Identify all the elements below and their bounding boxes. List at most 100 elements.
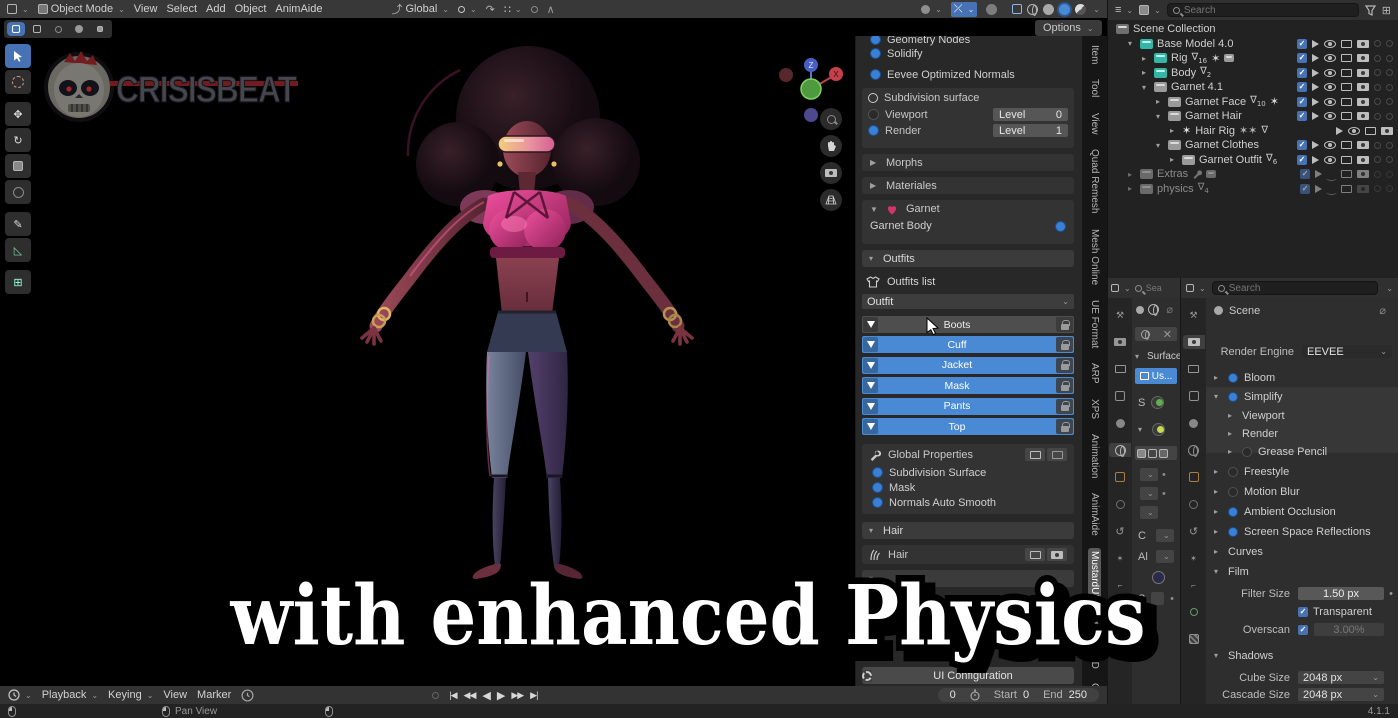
outliner-row-garnet-clothes[interactable]: ▾Garnet Clothes ✓	[1108, 138, 1398, 152]
shading-preview-icon[interactable]	[1059, 4, 1070, 15]
prev-keyframe-button[interactable]: ◀◀	[464, 690, 476, 701]
menu-add[interactable]: Add	[206, 3, 226, 15]
tab-mustardui[interactable]: MustardUI	[1088, 548, 1101, 600]
jump-to-end-button[interactable]: ▶|	[530, 690, 537, 701]
shading-solid-icon[interactable]	[1027, 4, 1038, 15]
lock-icon[interactable]	[1056, 358, 1073, 373]
global-properties-header[interactable]: Global Properties	[862, 444, 1074, 465]
morphs-panel[interactable]: ▶Morphs	[862, 154, 1074, 171]
play-button[interactable]: ▶	[497, 689, 504, 702]
tab-physics-icon[interactable]: ↺	[1185, 524, 1203, 538]
menu-animaide[interactable]: AnimAide	[275, 3, 322, 15]
outliner-row-base-model[interactable]: ▾Base Model 4.0 ✓	[1108, 37, 1398, 51]
sync-clock-icon[interactable]	[241, 689, 254, 702]
jump-to-start-button[interactable]: |◀	[449, 690, 456, 701]
tab-xps[interactable]: XPS	[1088, 396, 1101, 422]
outliner-display-mode-button[interactable]: ⌄	[1139, 5, 1161, 15]
color-swatch-row[interactable]	[1132, 563, 1180, 584]
play-reverse-button[interactable]: ◀	[482, 689, 489, 702]
outliner-row-rig[interactable]: ▸Rig ∇16 ✶ ✓	[1108, 51, 1398, 65]
render-visibility-icon[interactable]	[1047, 548, 1067, 561]
tab-object-icon[interactable]	[1111, 470, 1129, 484]
outfit-button-boots[interactable]: Boots	[862, 316, 1074, 333]
c-row[interactable]: C⌄	[1132, 519, 1180, 542]
tab-output-icon[interactable]	[1111, 362, 1129, 376]
tab-ue-format[interactable]: UE Format	[1088, 297, 1101, 351]
render-engine-dropdown[interactable]: EEVEE⌄	[1302, 345, 1392, 358]
lock-icon[interactable]	[1056, 378, 1073, 393]
tab-texture-icon[interactable]	[1185, 632, 1203, 646]
timeline-menu-playback[interactable]: Playback⌄	[42, 689, 98, 701]
materials-panel[interactable]: ▶Materiales	[862, 177, 1074, 194]
menu-object[interactable]: Object	[235, 3, 267, 15]
tab-view[interactable]: View	[1088, 110, 1101, 138]
viewport-level-field[interactable]: Level0	[993, 108, 1068, 121]
tool-measure[interactable]: ◺	[5, 238, 31, 262]
image-buttons-row[interactable]	[1135, 446, 1177, 460]
solidify-toggle[interactable]: Solidify	[860, 46, 922, 61]
param-row[interactable]: ⌄•	[1132, 481, 1180, 500]
lock-icon[interactable]	[1056, 317, 1073, 332]
tab-item[interactable]: Item	[1088, 42, 1101, 67]
mode-dropdown[interactable]: Object Mode⌄	[38, 3, 125, 15]
pin-icon[interactable]: ⌀	[1166, 303, 1176, 316]
cube-size-dropdown[interactable]: 2048 px⌄	[1298, 671, 1384, 684]
lock-icon[interactable]	[1056, 337, 1073, 352]
tool-transform[interactable]	[5, 180, 31, 204]
tab-physics-icon[interactable]: ↺	[1111, 524, 1129, 538]
panel-motion-blur[interactable]: ▸Motion Blur	[1214, 484, 1300, 499]
s2-row[interactable]: S•	[1132, 584, 1180, 605]
properties-search[interactable]	[1212, 281, 1379, 295]
hair-section-header[interactable]: ▾Hair	[862, 522, 1074, 539]
param-row[interactable]: ⌄•	[1132, 460, 1180, 481]
outfit-button-pants[interactable]: Pants	[862, 398, 1074, 415]
pivot-point-dropdown[interactable]: ⌄	[458, 5, 477, 14]
panel-simplify-viewport[interactable]: ▸Viewport	[1228, 408, 1285, 423]
tool-select-box[interactable]	[5, 44, 31, 68]
tab-tool-icon[interactable]: ⚒	[1185, 308, 1203, 322]
panel-curves[interactable]: ▸Curves	[1214, 544, 1263, 559]
search-icon[interactable]	[1135, 285, 1142, 292]
select-mode-box-icon[interactable]	[28, 22, 46, 36]
gizmos-dropdown[interactable]: ⌄	[921, 5, 942, 14]
tab-tool-icon[interactable]: ⚒	[1111, 308, 1129, 322]
hair-row[interactable]: Hair	[862, 545, 1074, 564]
subdivision-header[interactable]: Subdivision surface	[862, 88, 1074, 108]
outliner-row-hair-rig[interactable]: ▸✶Hair Rig ✶✶ ∇	[1108, 124, 1398, 138]
tab-render-icon[interactable]	[1183, 335, 1205, 349]
render-level-field[interactable]: Level1	[993, 124, 1068, 137]
timeline-menu-keying[interactable]: Keying⌄	[108, 689, 153, 701]
al-row[interactable]: Al⌄	[1132, 542, 1180, 563]
snap-dropdown[interactable]: ∷⌄	[504, 3, 522, 16]
select-mode-circle-icon[interactable]	[49, 22, 67, 36]
tab-constraints-icon[interactable]	[1185, 497, 1203, 511]
panel-simplify[interactable]: ▾Simplify	[1214, 389, 1283, 404]
outliner-row-garnet41[interactable]: ▾Garnet 4.1 ✓	[1108, 80, 1398, 94]
tab-tool[interactable]: Tool	[1088, 76, 1101, 100]
tab-animation[interactable]: Animation	[1088, 431, 1101, 481]
tab-mesh-online[interactable]: Mesh Online	[1088, 226, 1101, 288]
physics-section-header[interactable]: ▾	[862, 570, 1074, 587]
outliner-row-extras[interactable]: ▸Extras ✓‿	[1108, 167, 1398, 181]
timeline-menu-marker[interactable]: Marker	[197, 689, 231, 701]
select-mode-tweak-icon[interactable]	[7, 22, 25, 36]
xray-icon[interactable]	[986, 4, 997, 15]
transform-orientation-dropdown[interactable]: ⤴Global⌄	[391, 1, 449, 17]
tool-scale[interactable]	[5, 154, 31, 178]
panel-bloom[interactable]: ▸Bloom	[1214, 370, 1275, 385]
panel-ssr[interactable]: ▸Screen Space Reflections	[1214, 524, 1371, 539]
tab-view-layer-icon[interactable]	[1111, 389, 1129, 403]
tab-scene-icon[interactable]	[1111, 416, 1129, 430]
outfit-dropdown[interactable]: Outfit⌄	[862, 294, 1074, 309]
proportional-editing-icon[interactable]	[531, 6, 538, 13]
panel-shadows[interactable]: ▾Shadows	[1214, 648, 1273, 663]
pan-hand-button[interactable]	[820, 135, 842, 157]
camera-view-button[interactable]	[820, 162, 842, 184]
tab-world-icon[interactable]	[1109, 443, 1131, 457]
menu-view[interactable]: View	[134, 3, 158, 15]
record-icon[interactable]	[432, 692, 439, 699]
tab-render-icon[interactable]	[1111, 335, 1129, 349]
properties-search-input[interactable]	[1229, 283, 1373, 294]
global-subdiv-toggle[interactable]: Subdivision Surface	[862, 465, 1074, 480]
eevee-normals-toggle[interactable]: Eevee Optimized Normals	[860, 67, 1015, 82]
